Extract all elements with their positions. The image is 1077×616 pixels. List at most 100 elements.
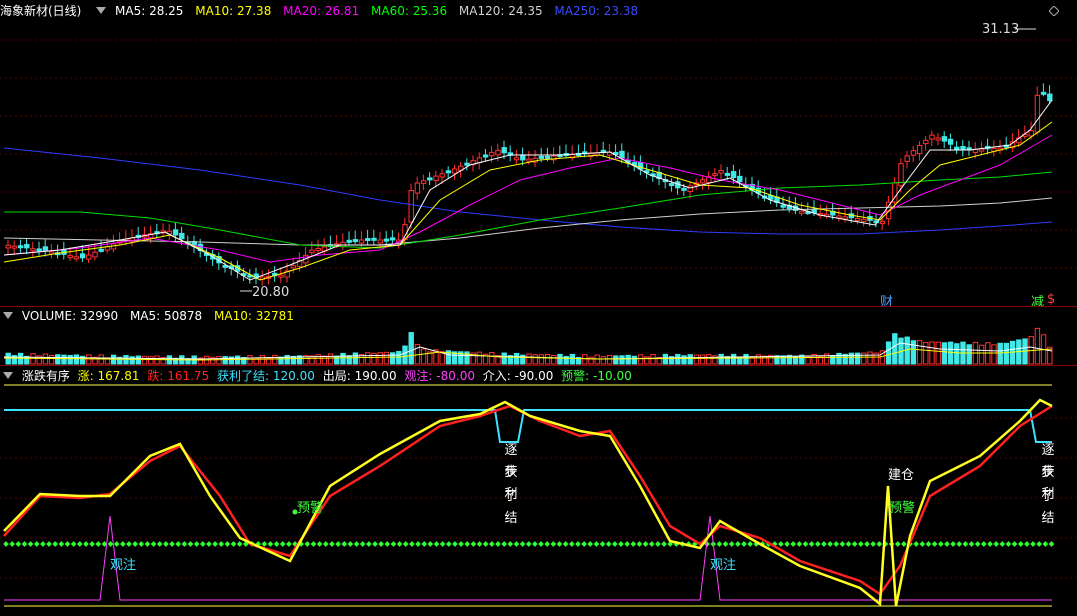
jieru-dot [384,541,391,547]
volume-bar [854,352,861,365]
jieru-dot [728,541,735,547]
jieru-dot [642,541,649,547]
jieru-dot [851,541,858,547]
jieru-dot [1048,541,1055,547]
jieru-dot [482,541,489,547]
candle-body [11,245,18,249]
volume-bar [396,350,402,365]
volume-bar [817,356,824,365]
volume-bar [377,352,383,365]
volume-chart[interactable] [0,307,1077,365]
volume-bar [234,355,241,365]
volume-bar [73,354,80,365]
jieru-dot [845,541,852,547]
price-chart[interactable] [0,0,1077,306]
candle-body [687,185,693,193]
jieru-dot [132,541,138,547]
jieru-dot [40,541,46,547]
volume-bar [420,348,427,365]
jieru-dot [15,541,22,547]
jieru-dot [286,541,292,547]
volume-bar [755,354,762,365]
jieru-dot [925,541,932,547]
signal-yujing-1: 预警 [297,501,324,516]
volume-bar [532,354,538,365]
candle-body [73,256,80,260]
candle-body [346,239,352,243]
jieru-dot [181,541,188,547]
jieru-dot [322,541,329,547]
jieru-dot [335,541,341,547]
volume-bar [916,340,923,365]
candle-body [724,172,731,176]
dividend-marker[interactable]: $ [1047,292,1055,307]
jieru-dot [390,541,397,547]
indicator-chart[interactable] [0,366,1077,616]
jieru-dot [89,541,95,547]
candle-body [854,218,861,222]
jieru-dot [735,541,741,547]
volume-bar [681,355,687,365]
candle-body [495,149,501,156]
jieru-dot [470,541,477,547]
jieru-dot [212,541,218,547]
volume-bar [836,352,842,365]
signal-guanzhu-1: 观注 [110,558,137,573]
jieru-dot [113,541,120,547]
candle-body [309,249,315,254]
candle-body [365,238,371,242]
candle-body [544,155,551,159]
volume-bar [321,355,328,365]
candle-body [910,150,917,156]
candle-body [315,248,321,251]
candle-body [718,170,724,174]
jieru-dot [445,541,452,547]
jieru-dot [163,541,169,547]
volume-bar [526,353,532,365]
jieru-dot [864,541,870,547]
jieru-dot [919,541,926,547]
jieru-dot [821,541,827,547]
jieru-dot [83,541,89,547]
volume-bar [408,332,414,365]
jieru-dot [532,541,538,547]
jieru-dot [790,541,797,547]
jieru-dot [876,541,883,547]
candle-body [371,237,377,241]
jieru-dot [987,541,993,547]
jieru-dot [501,541,507,547]
volume-bar [687,354,693,365]
jieru-dot [138,541,145,547]
jieru-dot [452,541,458,547]
jieru-dot [581,541,587,547]
candle-body [538,155,545,159]
jieru-dot [722,541,729,547]
jieru-dot [1011,541,1018,547]
jieru-dot [937,541,944,547]
jieru-dot [230,541,237,547]
candle-body [92,251,98,258]
candle-body [978,148,985,152]
jieru-dot [513,541,520,547]
candle-body [904,155,910,162]
jieru-dot [33,541,40,547]
volume-bar [613,355,619,365]
candle-body [352,239,359,243]
jieru-dot [366,541,372,547]
candle-body [482,154,489,158]
volume-bar [278,356,284,365]
candle-body [30,248,36,252]
volume-bar [48,354,55,365]
jieru-dot [316,541,323,547]
jieru-dot [3,541,9,547]
jieru-dot [169,541,175,547]
jieru-dot [156,541,163,547]
jieru-dot [913,541,920,547]
candle-body [278,274,284,278]
candle-body [737,175,743,183]
volume-bar [706,354,712,365]
volume-bar [1003,342,1010,365]
jieru-dot [329,541,335,547]
candle-body [861,218,867,222]
jieru-dot [21,541,28,547]
